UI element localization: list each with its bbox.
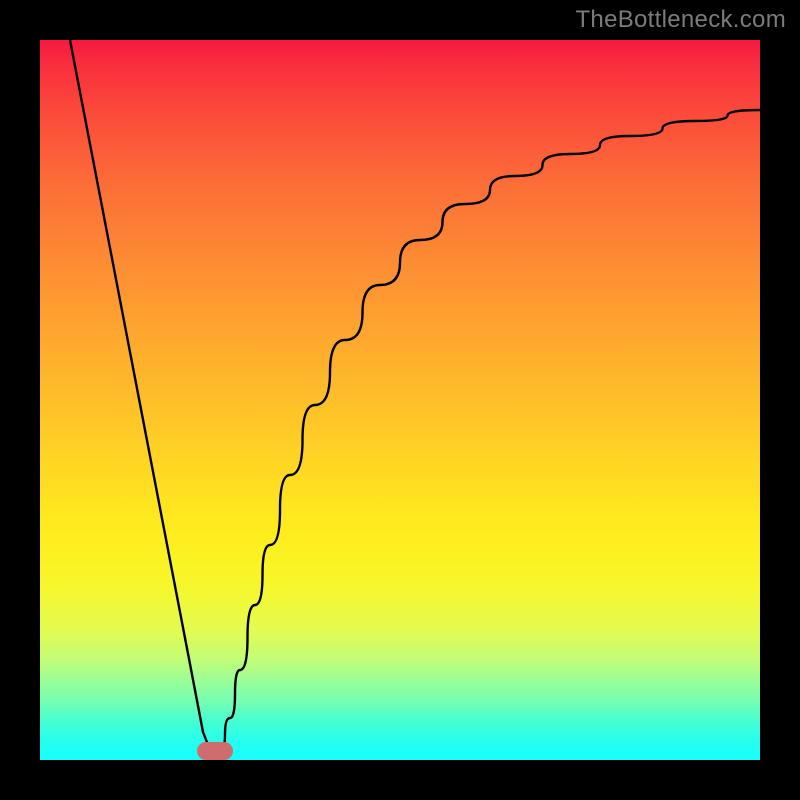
bottleneck-marker bbox=[197, 742, 233, 760]
bottleneck-curve bbox=[40, 40, 760, 760]
watermark-text: TheBottleneck.com bbox=[575, 6, 786, 34]
plot-area bbox=[40, 40, 760, 760]
chart-frame: TheBottleneck.com bbox=[0, 0, 800, 800]
curve-path bbox=[70, 40, 760, 753]
